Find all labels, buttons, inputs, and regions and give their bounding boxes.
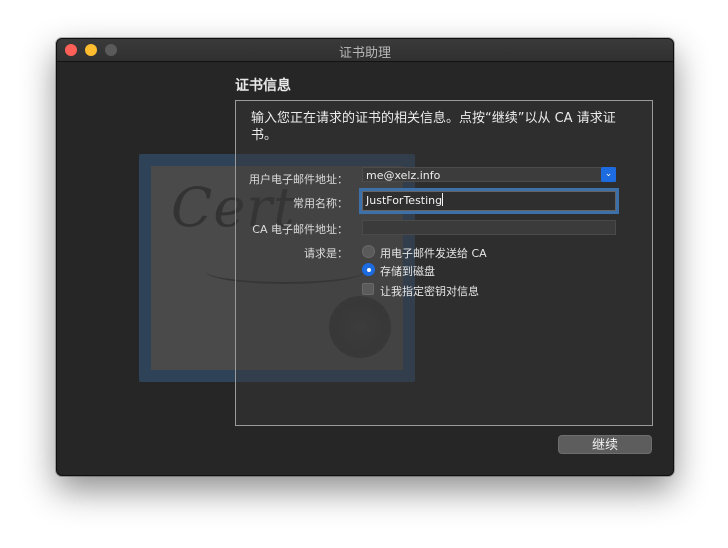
ca-email-label: CA 电子邮件地址：: [252, 223, 348, 236]
title-bar[interactable]: 证书助理: [57, 39, 673, 62]
ca-email-input[interactable]: [362, 220, 616, 235]
certificate-assistant-window: 证书助理 Cert 证书信息 输入您正在请求的证书的相关信息。点按“继续”以从 …: [56, 38, 674, 476]
email-to-ca-label[interactable]: 用电子邮件发送给 CA: [380, 245, 487, 261]
intro-text: 输入您正在请求的证书的相关信息。点按“继续”以从 CA 请求证书。: [251, 111, 616, 143]
email-to-ca-radio[interactable]: [362, 245, 375, 258]
common-name-value: JustForTesting: [366, 194, 443, 207]
user-email-combobox[interactable]: me@xelz.info ⌄: [362, 167, 616, 182]
user-email-value: me@xelz.info: [366, 169, 441, 182]
specify-key-pair-label[interactable]: 让我指定密钥对信息: [380, 283, 479, 299]
save-to-disk-radio[interactable]: [362, 263, 375, 276]
common-name-input[interactable]: JustForTesting: [362, 191, 616, 211]
section-title: 证书信息: [235, 78, 291, 94]
common-name-label: 常用名称：: [293, 197, 348, 210]
certificate-info-panel: 输入您正在请求的证书的相关信息。点按“继续”以从 CA 请求证书。 用户电子邮件…: [235, 100, 653, 426]
save-to-disk-label[interactable]: 存储到磁盘: [380, 263, 435, 279]
specify-key-pair-checkbox[interactable]: [362, 283, 374, 295]
request-type-label: 请求是：: [304, 247, 348, 260]
text-caret: [442, 193, 444, 206]
continue-button[interactable]: 继续: [558, 435, 652, 454]
user-email-label: 用户电子邮件地址：: [249, 173, 348, 186]
window-title: 证书助理: [338, 46, 391, 61]
chevron-down-icon[interactable]: ⌄: [601, 167, 616, 182]
